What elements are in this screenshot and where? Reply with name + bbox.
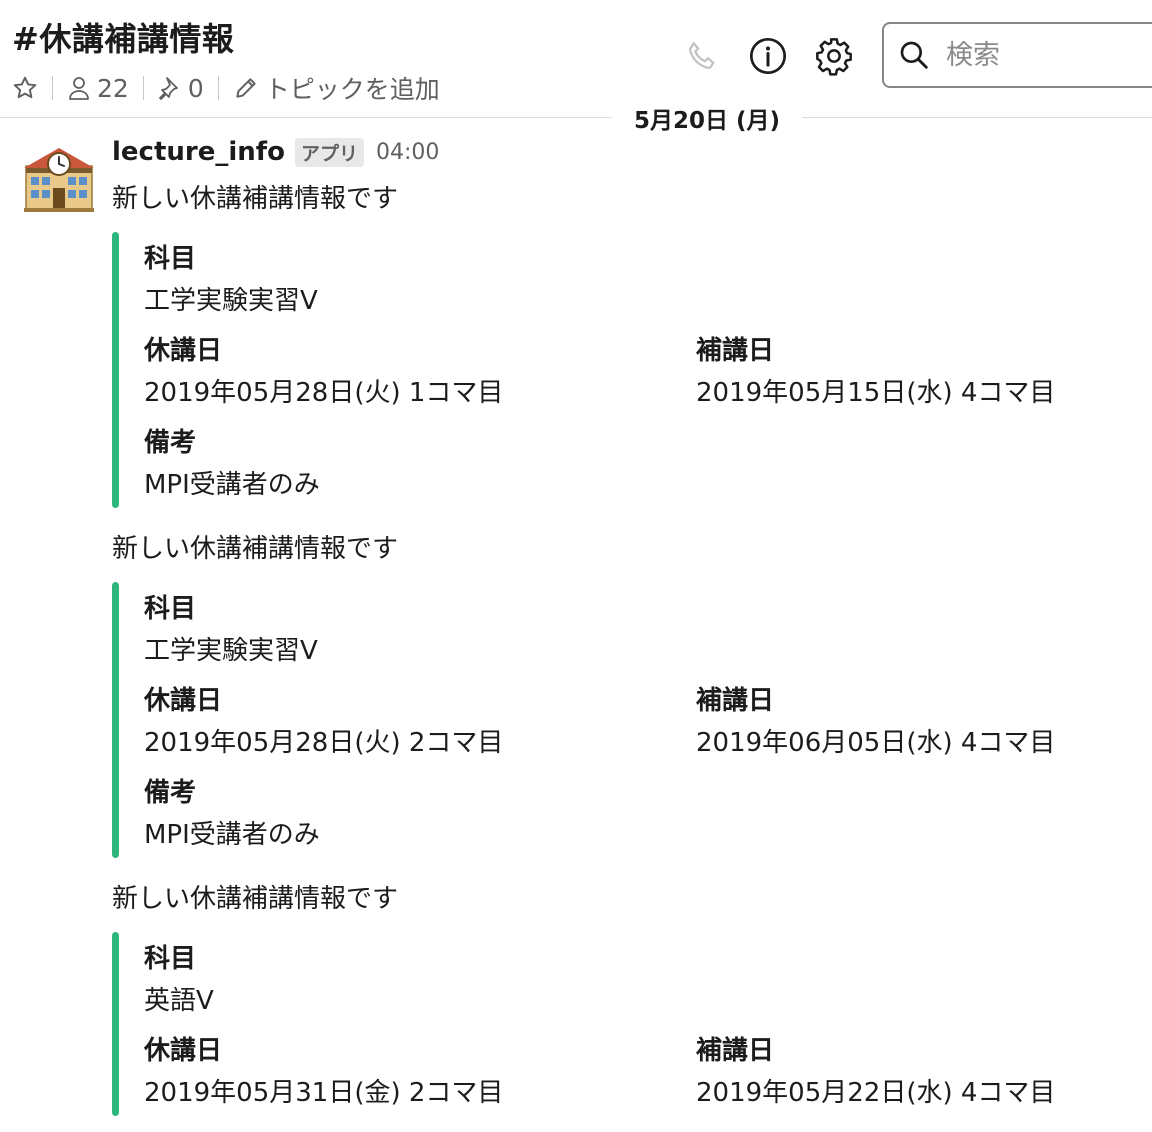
pin-icon	[158, 77, 178, 100]
gear-icon	[816, 38, 852, 76]
member-count-button[interactable]: 22	[67, 74, 129, 103]
person-icon	[69, 77, 89, 100]
attachment: 科目 工学実験実習V 休講日 2019年05月28日(火) 1コマ目 補講日 2…	[112, 232, 1112, 508]
search-input[interactable]	[944, 38, 1148, 72]
message-text: 新しい休講補講情報です	[112, 184, 399, 214]
call-button[interactable]	[680, 34, 724, 78]
subject-value: 英語V	[144, 986, 214, 1016]
star-icon	[13, 76, 37, 99]
member-count: 22	[97, 73, 129, 103]
search-icon	[900, 41, 928, 69]
subject-label: 科目	[144, 594, 197, 624]
attachment: 科目 英語V 休講日 2019年05月31日(金) 2コマ目 補講日 2019年…	[112, 932, 1112, 1116]
channel-settings-button[interactable]	[812, 34, 856, 78]
subject-label: 科目	[144, 944, 197, 974]
makeup-date-label: 補講日	[696, 336, 775, 366]
makeup-date-label: 補講日	[696, 1036, 775, 1066]
add-topic-button[interactable]: トピックを追加	[233, 70, 440, 106]
meta-separator	[142, 76, 144, 100]
cancel-date-label: 休講日	[144, 1036, 223, 1066]
app-badge: アプリ	[294, 137, 364, 167]
makeup-date-label: 補講日	[696, 686, 775, 716]
pinned-count: 0	[187, 73, 204, 103]
attachment-accent-bar	[112, 582, 119, 858]
phone-icon	[689, 42, 715, 69]
message-timestamp[interactable]: 04:00	[376, 140, 439, 165]
message-text: 新しい休講補講情報です	[112, 534, 399, 564]
note-value: MPI受講者のみ	[144, 470, 320, 500]
date-divider-line	[0, 117, 612, 118]
message-header: lecture_info アプリ 04:00	[112, 137, 439, 167]
sender-name[interactable]: lecture_info	[112, 137, 285, 167]
note-value: MPI受講者のみ	[144, 820, 320, 850]
message-text: 新しい休講補講情報です	[112, 884, 399, 914]
meta-separator	[52, 76, 53, 100]
channel-info-button[interactable]	[746, 34, 790, 78]
date-divider[interactable]: 5月20日 (月)	[612, 99, 802, 137]
subject-value: 工学実験実習V	[144, 636, 318, 666]
cancel-date-label: 休講日	[144, 336, 223, 366]
subject-label: 科目	[144, 244, 197, 274]
avatar[interactable]	[22, 144, 96, 212]
date-divider-line	[802, 117, 1152, 118]
channel-header: #休講補講情報 22 0 トピックを追加	[0, 0, 1152, 116]
pinned-count-button[interactable]: 0	[158, 74, 204, 103]
note-label: 備考	[144, 778, 197, 808]
makeup-date-value: 2019年05月22日(水) 4コマ目	[696, 1078, 1056, 1108]
add-topic-label: トピックを追加	[264, 75, 440, 104]
cancel-date-value: 2019年05月31日(金) 2コマ目	[144, 1078, 504, 1108]
attachment-accent-bar	[112, 232, 119, 508]
subject-value: 工学実験実習V	[144, 286, 318, 316]
attachment-accent-bar	[112, 932, 119, 1116]
star-button[interactable]	[12, 75, 38, 101]
makeup-date-value: 2019年06月05日(水) 4コマ目	[696, 728, 1056, 758]
school-building-icon	[24, 148, 94, 212]
info-icon	[750, 38, 786, 74]
attachment: 科目 工学実験実習V 休講日 2019年05月28日(火) 2コマ目 補講日 2…	[112, 582, 1112, 858]
cancel-date-value: 2019年05月28日(火) 2コマ目	[144, 728, 504, 758]
note-label: 備考	[144, 428, 197, 458]
cancel-date-label: 休講日	[144, 686, 223, 716]
meta-separator	[217, 76, 219, 100]
cancel-date-value: 2019年05月28日(火) 1コマ目	[144, 378, 504, 408]
makeup-date-value: 2019年05月15日(水) 4コマ目	[696, 378, 1056, 408]
channel-title[interactable]: #休講補講情報	[12, 14, 234, 60]
channel-meta: 22 0 トピックを追加	[12, 70, 440, 106]
pencil-icon	[236, 78, 256, 98]
search-box[interactable]	[882, 22, 1152, 88]
